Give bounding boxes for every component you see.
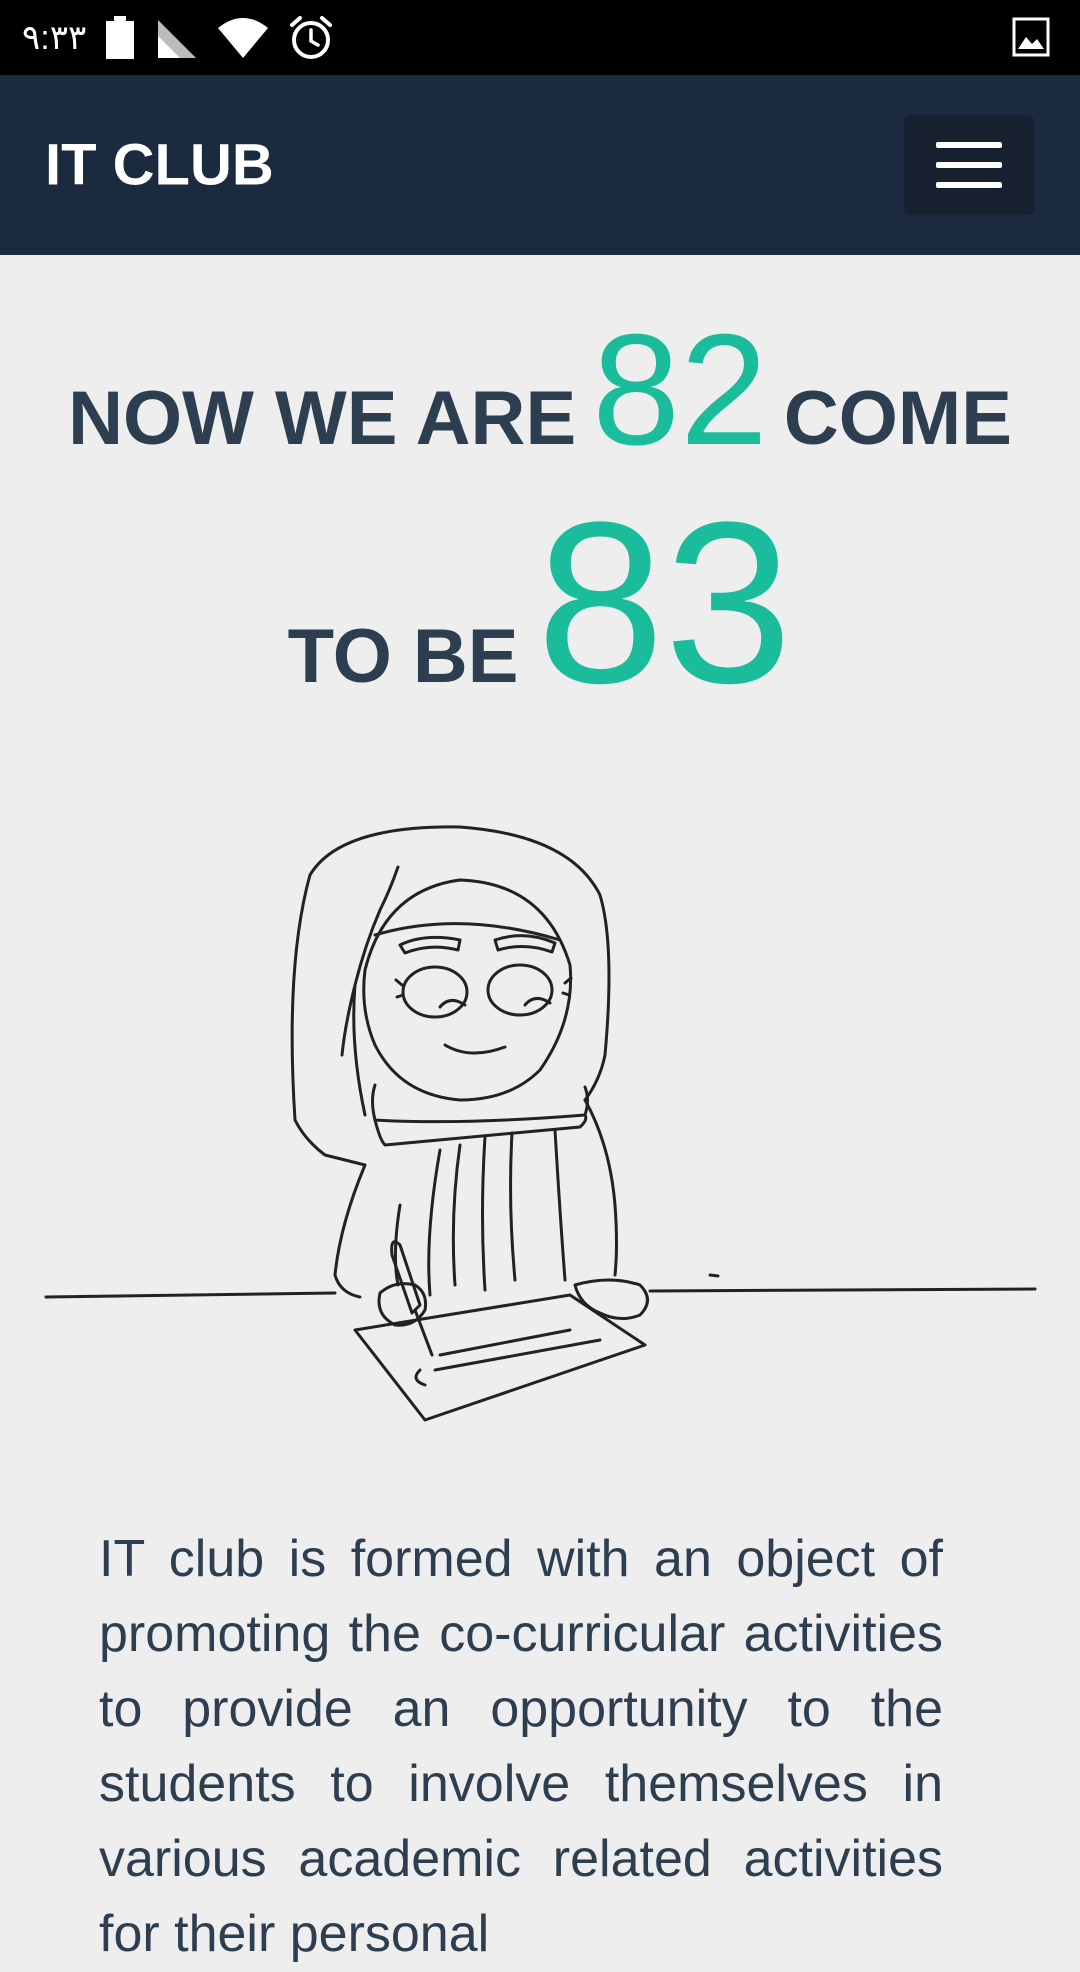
battery-icon [106, 15, 135, 59]
headline-line-1: NOW WE ARE 82 COME [0, 300, 1080, 481]
headline-prefix: NOW WE ARE [68, 376, 577, 461]
hamburger-menu-icon [936, 142, 1002, 148]
hamburger-bar [936, 162, 1002, 168]
alarm-icon [290, 15, 333, 59]
hamburger-menu-button[interactable] [904, 115, 1034, 215]
target-member-count: 83 [536, 474, 793, 731]
girl-writing-illustration [44, 825, 1037, 1422]
about-paragraph: IT club is formed with an object of prom… [99, 1530, 943, 1963]
navbar: IT CLUB [0, 75, 1080, 255]
current-member-count: 82 [592, 302, 768, 478]
image-notification-icon [1012, 17, 1050, 57]
headline-line-2: TO BE83 [0, 470, 1080, 735]
headline-middle: COME [783, 376, 1012, 461]
signal-icon [158, 19, 197, 58]
headline-to-be: TO BE [287, 614, 519, 699]
wifi-icon [218, 17, 269, 58]
brand-title[interactable]: IT CLUB [45, 132, 274, 199]
status-time: ٩:٣٣ [22, 18, 87, 57]
hamburger-bar [936, 182, 1002, 188]
status-bar: ٩:٣٣ [0, 0, 1080, 75]
status-icons [104, 15, 334, 61]
